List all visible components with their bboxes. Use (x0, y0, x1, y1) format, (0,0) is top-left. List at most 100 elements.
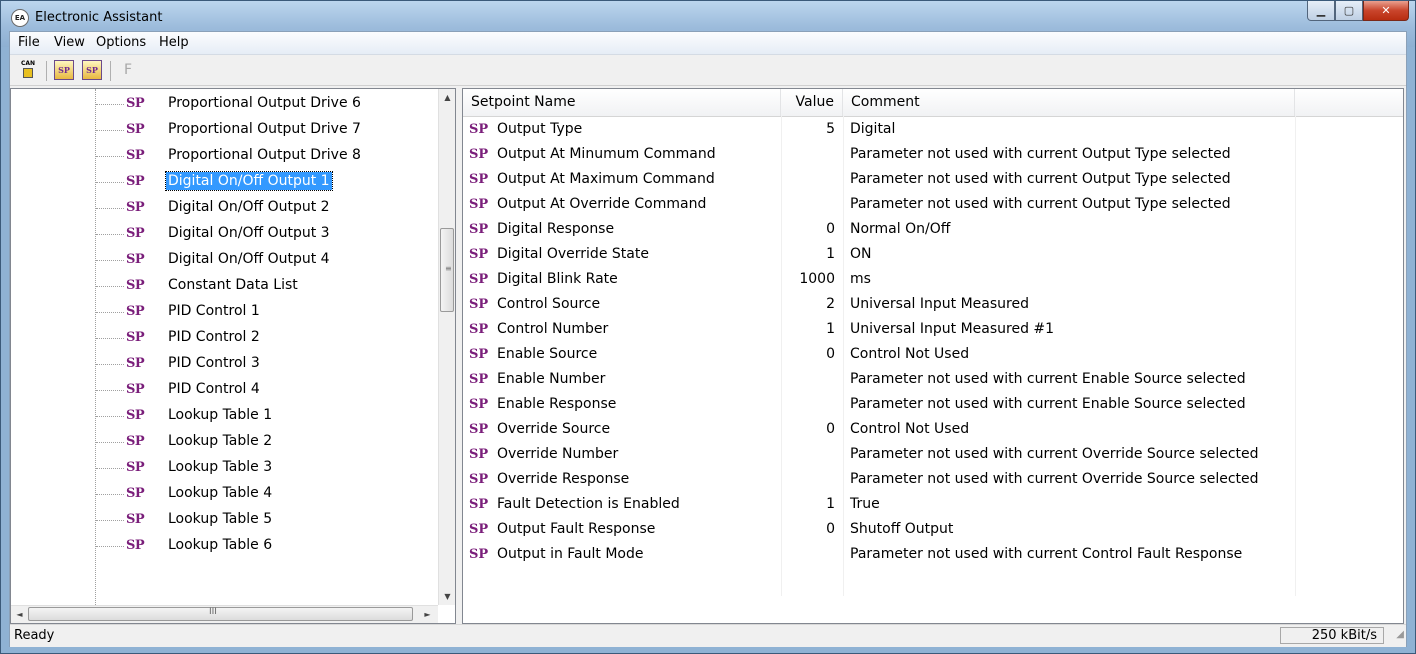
tree-item[interactable]: SP Lookup Table 3 (11, 455, 438, 481)
tree-item[interactable]: SP Constant Data List (11, 273, 438, 299)
table-row[interactable]: SP Control Number 1 Universal Input Measure… (463, 317, 1403, 342)
value-cell[interactable]: 5 (781, 117, 835, 142)
tree-item-label[interactable]: Lookup Table 5 (166, 510, 274, 528)
menu-file[interactable]: File (18, 35, 40, 50)
tree-item[interactable]: SP Proportional Output Drive 6 (11, 91, 438, 117)
table-row[interactable]: SP Output Fault Response 0 Shutoff Output (463, 517, 1403, 542)
tree-item-label[interactable]: Lookup Table 1 (166, 406, 274, 424)
minimize-button[interactable]: ▁ (1307, 1, 1335, 21)
tree-item[interactable]: SP Lookup Table 4 (11, 481, 438, 507)
can-connect-button[interactable]: CAN (18, 60, 38, 80)
save-setpoint-file-button[interactable]: SP (82, 60, 102, 80)
tree-item-label[interactable]: Digital On/Off Output 1 (165, 171, 333, 191)
tree-item[interactable]: SP Lookup Table 6 (11, 533, 438, 559)
table-row[interactable]: SP Enable Number Parameter not used with c… (463, 367, 1403, 392)
tree-item-label[interactable]: Lookup Table 3 (166, 458, 274, 476)
column-setpoint-name[interactable]: Setpoint Name (463, 89, 781, 116)
tree-item[interactable]: SP Lookup Table 2 (11, 429, 438, 455)
table-row[interactable]: SP Output At Minumum Command Parameter not… (463, 142, 1403, 167)
table-row[interactable]: SP Output At Override Command Parameter no… (463, 192, 1403, 217)
menu-help[interactable]: Help (159, 35, 189, 50)
tree-item[interactable]: SP PID Control 1 (11, 299, 438, 325)
flash-button[interactable]: F (118, 60, 138, 80)
horizontal-scroll-thumb[interactable]: III (28, 607, 413, 621)
value-cell[interactable] (781, 392, 835, 417)
value-cell[interactable] (781, 442, 835, 467)
maximize-button[interactable]: ▢ (1335, 1, 1363, 21)
table-row[interactable]: SP Output Type 5 Digital (463, 117, 1403, 142)
value-cell[interactable]: 1 (781, 242, 835, 267)
tree-item-label[interactable]: Proportional Output Drive 6 (166, 94, 363, 112)
tree-item[interactable]: SP Digital On/Off Output 1 (11, 169, 438, 195)
tree-item-label[interactable]: PID Control 1 (166, 302, 262, 320)
tree-horizontal-scrollbar[interactable]: ◄ III ► (11, 605, 438, 623)
tree-item-label[interactable]: Digital On/Off Output 4 (166, 250, 332, 268)
tree-item-label[interactable]: Constant Data List (166, 276, 300, 294)
table-row[interactable]: SP Output At Maximum Command Parameter not… (463, 167, 1403, 192)
table-row[interactable]: SP Override Source 0 Control Not Used (463, 417, 1403, 442)
tree-item-label[interactable]: Lookup Table 2 (166, 432, 274, 450)
tree-item-label[interactable]: Digital On/Off Output 3 (166, 224, 332, 242)
scroll-right-icon[interactable]: ► (419, 606, 436, 623)
value-cell[interactable] (781, 142, 835, 167)
scroll-thumb[interactable]: ≡ (440, 228, 454, 312)
open-setpoint-file-button[interactable]: SP (54, 60, 74, 80)
tree-item-label[interactable]: PID Control 2 (166, 328, 262, 346)
column-value[interactable]: Value (781, 89, 843, 116)
scroll-up-icon[interactable]: ▲ (439, 89, 455, 106)
tree-item[interactable]: SP PID Control 3 (11, 351, 438, 377)
value-cell[interactable] (781, 367, 835, 392)
value-cell[interactable]: 0 (781, 517, 835, 542)
close-button[interactable]: ✕ (1363, 1, 1409, 21)
tree-item-label[interactable]: Lookup Table 4 (166, 484, 274, 502)
setpoint-tree[interactable]: SP Proportional Output Drive 6 SP Proportio… (10, 88, 456, 624)
tree-item-label[interactable]: PID Control 4 (166, 380, 262, 398)
tree-vertical-scrollbar[interactable]: ▲ ≡ ▼ (438, 89, 455, 605)
tree-item-label[interactable]: PID Control 3 (166, 354, 262, 372)
tree-item-label[interactable]: Proportional Output Drive 8 (166, 146, 363, 164)
table-row[interactable]: SP Enable Response Parameter not used with… (463, 392, 1403, 417)
setpoint-list[interactable]: Setpoint Name Value Comment SP Output Typ… (462, 88, 1404, 624)
tree-item-label[interactable]: Proportional Output Drive 7 (166, 120, 363, 138)
tree-item[interactable]: SP PID Control 4 (11, 377, 438, 403)
value-cell[interactable]: 2 (781, 292, 835, 317)
tree-item[interactable]: SP Lookup Table 1 (11, 403, 438, 429)
value-cell[interactable]: 1000 (781, 267, 835, 292)
tree-connector (96, 390, 124, 391)
table-row[interactable]: SP Digital Response 0 Normal On/Off (463, 217, 1403, 242)
table-row[interactable]: SP Output in Fault Mode Parameter not used… (463, 542, 1403, 567)
status-text: Ready (14, 628, 55, 643)
value-cell[interactable] (781, 167, 835, 192)
value-cell[interactable] (781, 542, 835, 567)
value-cell[interactable]: 1 (781, 492, 835, 517)
tree-item-label[interactable]: Digital On/Off Output 2 (166, 198, 332, 216)
value-cell[interactable]: 0 (781, 217, 835, 242)
table-row[interactable]: SP Control Source 2 Universal Input Measure… (463, 292, 1403, 317)
tree-item[interactable]: SP Proportional Output Drive 7 (11, 117, 438, 143)
tree-item[interactable]: SP Digital On/Off Output 4 (11, 247, 438, 273)
menu-options[interactable]: Options (96, 35, 146, 50)
table-row[interactable]: SP Override Response Parameter not used wi… (463, 467, 1403, 492)
table-row[interactable]: SP Override Number Parameter not used with… (463, 442, 1403, 467)
value-cell[interactable]: 0 (781, 417, 835, 442)
menu-view[interactable]: View (54, 35, 85, 50)
tree-item-label[interactable]: Lookup Table 6 (166, 536, 274, 554)
client-area: File View Options Help CAN SP SP F SP Pr… (9, 31, 1407, 647)
table-row[interactable]: SP Digital Blink Rate 1000 ms (463, 267, 1403, 292)
scroll-left-icon[interactable]: ◄ (11, 606, 28, 623)
value-cell[interactable] (781, 192, 835, 217)
value-cell[interactable]: 0 (781, 342, 835, 367)
tree-item[interactable]: SP PID Control 2 (11, 325, 438, 351)
value-cell[interactable] (781, 467, 835, 492)
table-row[interactable]: SP Digital Override State 1 ON (463, 242, 1403, 267)
tree-item[interactable]: SP Digital On/Off Output 3 (11, 221, 438, 247)
value-cell[interactable]: 1 (781, 317, 835, 342)
scroll-down-icon[interactable]: ▼ (439, 588, 455, 605)
tree-item[interactable]: SP Lookup Table 5 (11, 507, 438, 533)
table-row[interactable]: SP Fault Detection is Enabled 1 True (463, 492, 1403, 517)
column-comment[interactable]: Comment (843, 89, 1295, 116)
resize-grip-icon[interactable]: ◢ (1396, 629, 1404, 640)
tree-item[interactable]: SP Digital On/Off Output 2 (11, 195, 438, 221)
table-row[interactable]: SP Enable Source 0 Control Not Used (463, 342, 1403, 367)
tree-item[interactable]: SP Proportional Output Drive 8 (11, 143, 438, 169)
